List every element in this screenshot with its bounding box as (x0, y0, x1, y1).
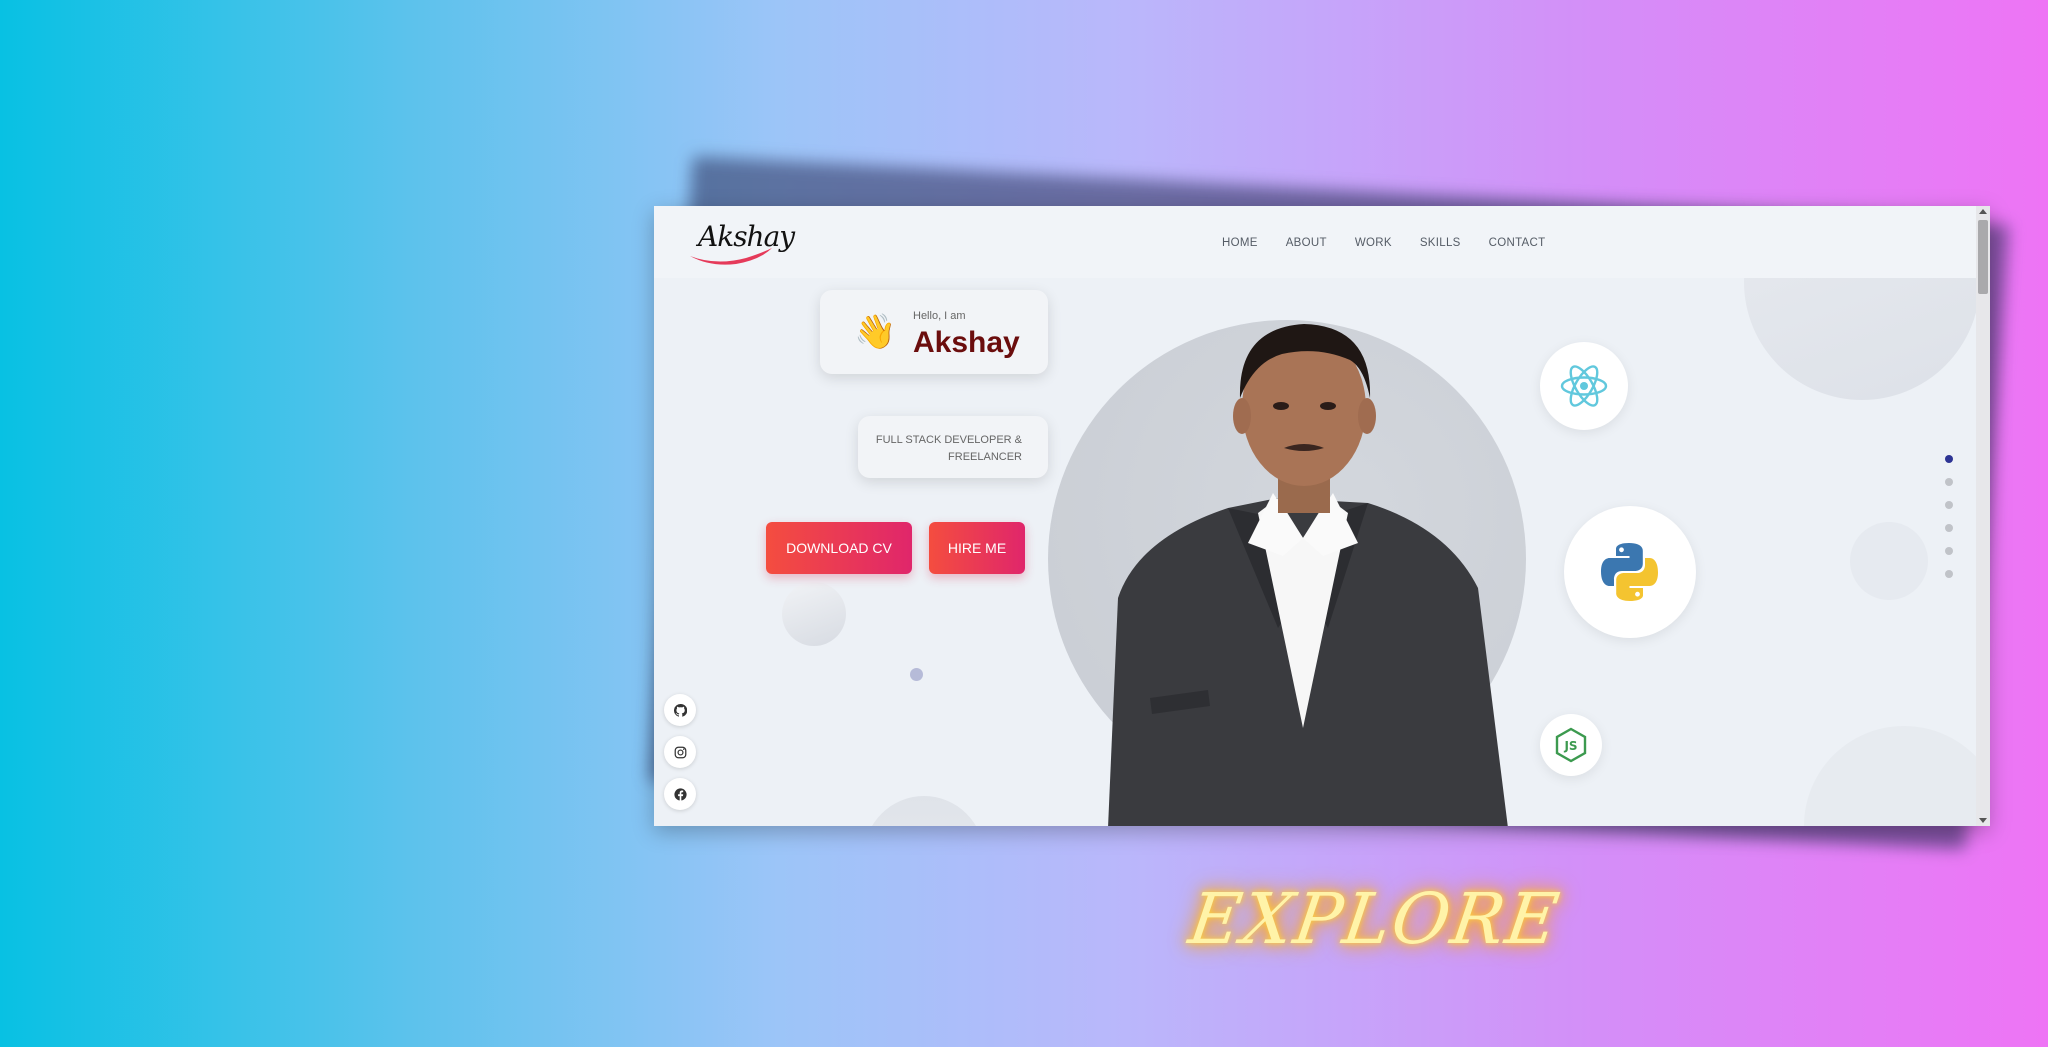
python-icon (1564, 506, 1696, 638)
section-dot[interactable] (1945, 524, 1953, 532)
navbar: Akshay HOME ABOUT WORK SKILLS CONTACT (654, 206, 1976, 278)
instagram-icon[interactable] (664, 736, 696, 768)
role-card: FULL STACK DEVELOPER & FREELANCER (858, 416, 1048, 478)
decor-circle (782, 582, 846, 646)
section-dot[interactable] (1945, 570, 1953, 578)
nav-skills[interactable]: SKILLS (1420, 237, 1461, 249)
explore-neon-text[interactable]: EXPLORE (1184, 878, 1565, 960)
section-dot[interactable] (1945, 501, 1953, 509)
greeting-text: Hello, I am (913, 310, 966, 322)
hero-name: Akshay (913, 326, 1020, 359)
main-nav: HOME ABOUT WORK SKILLS CONTACT (1222, 237, 1573, 249)
vertical-scrollbar[interactable] (1976, 206, 1990, 826)
portfolio-page: Akshay HOME ABOUT WORK SKILLS CONTACT 👋 … (654, 206, 1976, 826)
react-icon (1540, 342, 1628, 430)
logo-text: Akshay (698, 220, 795, 253)
scrollbar-thumb[interactable] (1978, 220, 1988, 294)
hire-me-button[interactable]: HIRE ME (929, 522, 1025, 574)
svg-text:JS: JS (1563, 739, 1577, 753)
decor-circle (864, 796, 984, 826)
section-pagination (1945, 455, 1953, 593)
browser-window: Akshay HOME ABOUT WORK SKILLS CONTACT 👋 … (654, 206, 1990, 826)
download-cv-button[interactable]: DOWNLOAD CV (766, 522, 912, 574)
greeting-card: 👋 Hello, I am Akshay (820, 290, 1048, 374)
role-text: FULL STACK DEVELOPER & FREELANCER (875, 434, 1022, 463)
nodejs-icon: JS (1540, 714, 1602, 776)
section-dot[interactable] (1945, 547, 1953, 555)
github-icon[interactable] (664, 694, 696, 726)
scroll-down-arrow-icon[interactable] (1979, 818, 1987, 823)
decor-dot (910, 668, 923, 681)
section-dot[interactable] (1945, 478, 1953, 486)
nav-contact[interactable]: CONTACT (1489, 237, 1546, 249)
nav-home[interactable]: HOME (1222, 237, 1258, 249)
nav-work[interactable]: WORK (1355, 237, 1392, 249)
profile-photo (1108, 324, 1508, 826)
nav-about[interactable]: ABOUT (1286, 237, 1327, 249)
decor-circle (1804, 726, 1976, 826)
decor-circle (1850, 522, 1928, 600)
logo[interactable]: Akshay (686, 218, 795, 268)
section-dot-active[interactable] (1945, 455, 1953, 463)
scroll-up-arrow-icon[interactable] (1979, 209, 1987, 214)
wave-hand-icon: 👋 (854, 313, 897, 351)
facebook-icon[interactable] (664, 778, 696, 810)
